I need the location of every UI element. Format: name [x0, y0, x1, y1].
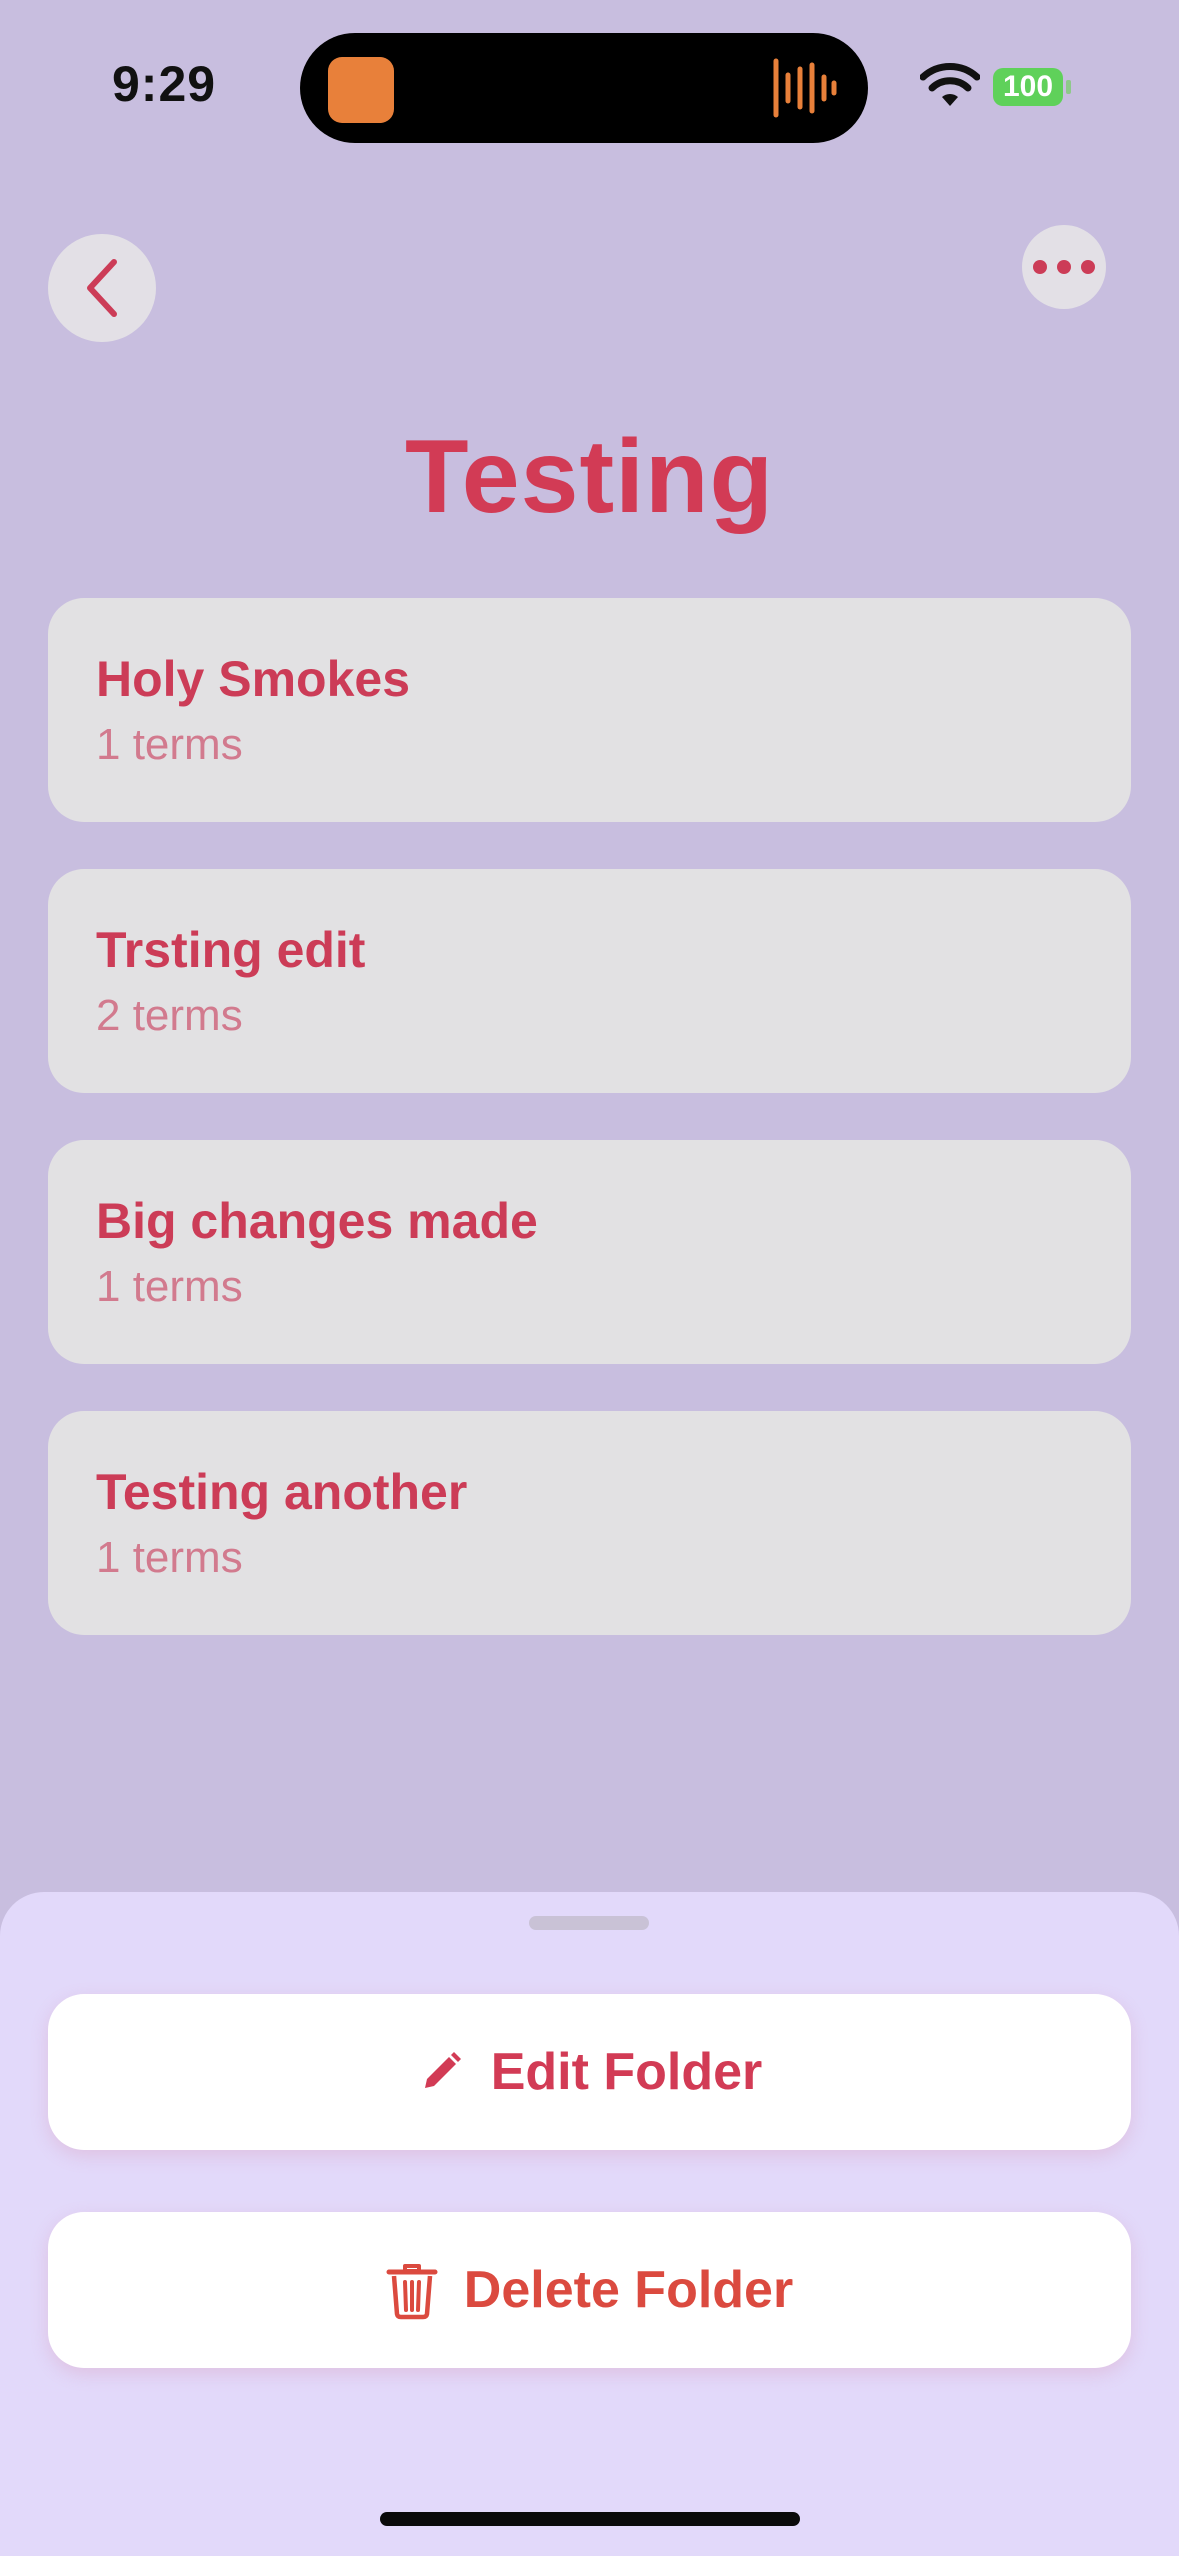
set-term-count: 1 terms — [96, 1533, 243, 1582]
more-options-button[interactable] — [1022, 225, 1106, 309]
wifi-icon — [920, 63, 980, 106]
delete-folder-button[interactable]: Delete Folder — [48, 2212, 1131, 2368]
dynamic-island[interactable] — [300, 33, 868, 143]
back-button[interactable] — [48, 234, 156, 342]
delete-folder-label: Delete Folder — [463, 2261, 794, 2319]
set-term-count: 1 terms — [96, 720, 243, 769]
sheet-grabber[interactable] — [529, 1916, 649, 1930]
set-name: Testing another — [96, 1464, 468, 1520]
set-card[interactable]: Trsting edit 2 terms — [48, 869, 1131, 1093]
set-name: Trsting edit — [96, 922, 366, 978]
app-activity-icon — [328, 57, 394, 123]
folder-actions-sheet: Edit Folder Delete Folder — [0, 1892, 1179, 2556]
set-name: Big changes made — [96, 1193, 538, 1249]
set-card[interactable]: Holy Smokes 1 terms — [48, 598, 1131, 822]
set-card[interactable]: Testing another 1 terms — [48, 1411, 1131, 1635]
set-card[interactable]: Big changes made 1 terms — [48, 1140, 1131, 1364]
status-time: 9:29 — [112, 56, 217, 112]
set-name: Holy Smokes — [96, 651, 411, 707]
set-term-count: 2 terms — [96, 991, 243, 1040]
ellipsis-icon — [1033, 260, 1095, 274]
battery-nub — [1066, 80, 1071, 94]
edit-folder-button[interactable]: Edit Folder — [48, 1994, 1131, 2150]
edit-folder-label: Edit Folder — [490, 2043, 763, 2101]
audio-waveform-icon — [773, 58, 837, 118]
battery-indicator: 100 — [993, 68, 1063, 106]
status-bar: 9:29 100 — [0, 0, 1179, 160]
page-title: Testing — [404, 419, 775, 535]
pencil-icon — [417, 2048, 465, 2096]
set-term-count: 1 terms — [96, 1262, 243, 1311]
chevron-left-icon — [87, 259, 117, 317]
set-list: Holy Smokes 1 terms Trsting edit 2 terms… — [48, 598, 1131, 1682]
trash-icon — [386, 2260, 438, 2320]
home-indicator[interactable] — [380, 2512, 800, 2526]
